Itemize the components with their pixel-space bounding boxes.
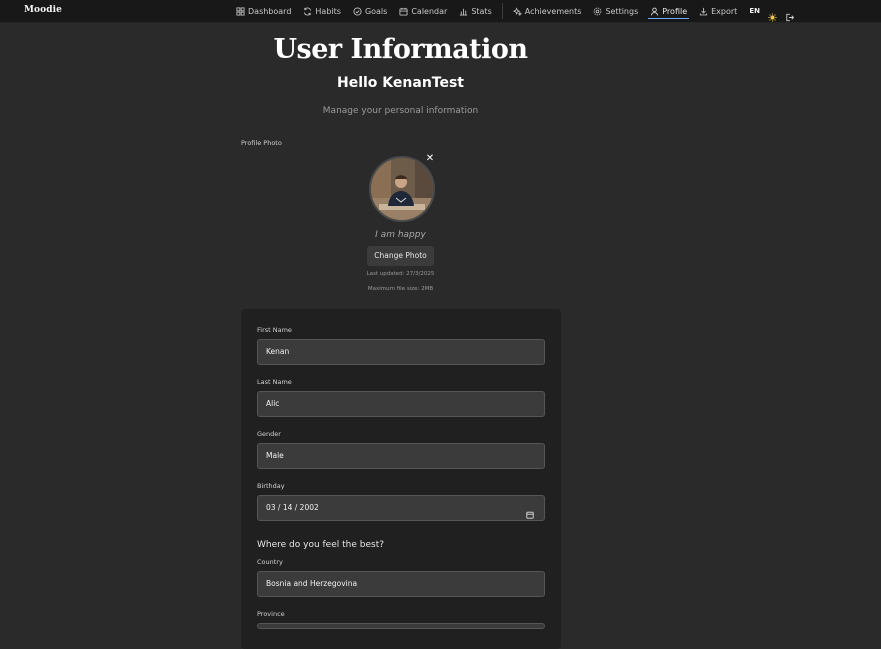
nav-item-goals[interactable]: Goals — [353, 0, 387, 22]
page-subtitle: Manage your personal information — [322, 106, 479, 116]
nav-item-label: Stats — [471, 6, 492, 16]
language-switcher[interactable]: EN — [749, 7, 760, 15]
first-name-field[interactable]: Kenan — [257, 339, 545, 365]
nav-item-label: Habits — [315, 6, 341, 16]
habits-icon — [303, 7, 312, 16]
nav-item-label: Settings — [605, 6, 639, 16]
last-name-field[interactable]: Alic — [257, 391, 545, 417]
achievements-icon — [512, 6, 522, 16]
export-icon — [699, 7, 708, 16]
nav-item-export[interactable]: Export — [699, 0, 737, 22]
nav-item-label: Profile — [662, 6, 688, 16]
profile-icon — [650, 7, 659, 16]
last-name-label: Last Name — [257, 378, 292, 386]
nav-item-calendar[interactable]: Calendar — [399, 0, 447, 22]
birthday-label: Birthday — [257, 482, 285, 490]
stats-icon — [459, 7, 468, 16]
birthday-field[interactable]: 03 / 14 / 2002 — [257, 495, 545, 521]
page-title: User Information — [273, 34, 528, 65]
settings-icon — [593, 7, 602, 16]
birthday-value: 03 / 14 / 2002 — [266, 503, 319, 512]
avatar — [369, 156, 435, 222]
mood-text: I am happy — [375, 230, 426, 240]
nav-item-label: Export — [711, 6, 738, 16]
last-name-value: Alic — [266, 399, 280, 408]
goals-icon — [353, 6, 362, 16]
province-label: Province — [257, 610, 285, 618]
close-icon[interactable]: ✕ — [424, 153, 436, 165]
country-label: Country — [257, 558, 283, 566]
first-name-value: Kenan — [266, 347, 290, 356]
logout-icon[interactable] — [785, 7, 795, 21]
gender-value: Male — [266, 451, 284, 460]
nav-item-dashboard[interactable]: Dashboard — [236, 0, 291, 22]
gender-field[interactable]: Male — [257, 443, 545, 469]
brand-logo[interactable]: Moodie — [24, 5, 62, 15]
calendar-icon — [399, 7, 408, 16]
nav-item-label: Dashboard — [248, 6, 292, 16]
first-name-label: First Name — [257, 326, 292, 334]
nav-item-profile[interactable]: Profile — [648, 0, 689, 22]
profile-photo-label: Profile Photo — [241, 139, 282, 147]
max-file-size-text: Maximum file size: 2MB — [367, 286, 434, 292]
nav-links: Dashboard Habits Goals Calendar Stats Ac… — [236, 0, 795, 22]
nav-item-label: Achievements — [524, 6, 582, 16]
nav-item-label: Goals — [364, 6, 388, 16]
dashboard-icon — [236, 6, 245, 16]
greeting: Hello KenanTest — [337, 75, 464, 91]
gender-label: Gender — [257, 430, 281, 438]
province-field[interactable] — [257, 623, 545, 629]
calendar-picker-icon[interactable] — [526, 504, 534, 519]
nav-item-label: Calendar — [411, 6, 448, 16]
nav-item-stats[interactable]: Stats — [459, 0, 492, 22]
country-field[interactable]: Bosnia and Herzegovina — [257, 571, 545, 597]
sun-icon[interactable] — [768, 7, 777, 22]
last-updated-text: Last updated: 27/3/2025 — [366, 271, 435, 277]
top-navbar: Moodie Dashboard Habits Goals Calendar S… — [0, 0, 881, 23]
nav-item-achievements[interactable]: Achievements — [512, 0, 582, 22]
country-value: Bosnia and Herzegovina — [266, 579, 358, 588]
location-section-heading: Where do you feel the best? — [257, 540, 384, 550]
nav-item-habits[interactable]: Habits — [303, 0, 341, 22]
nav-item-settings[interactable]: Settings — [593, 0, 638, 22]
change-photo-button[interactable]: Change Photo — [367, 246, 434, 266]
nav-divider — [501, 3, 503, 19]
